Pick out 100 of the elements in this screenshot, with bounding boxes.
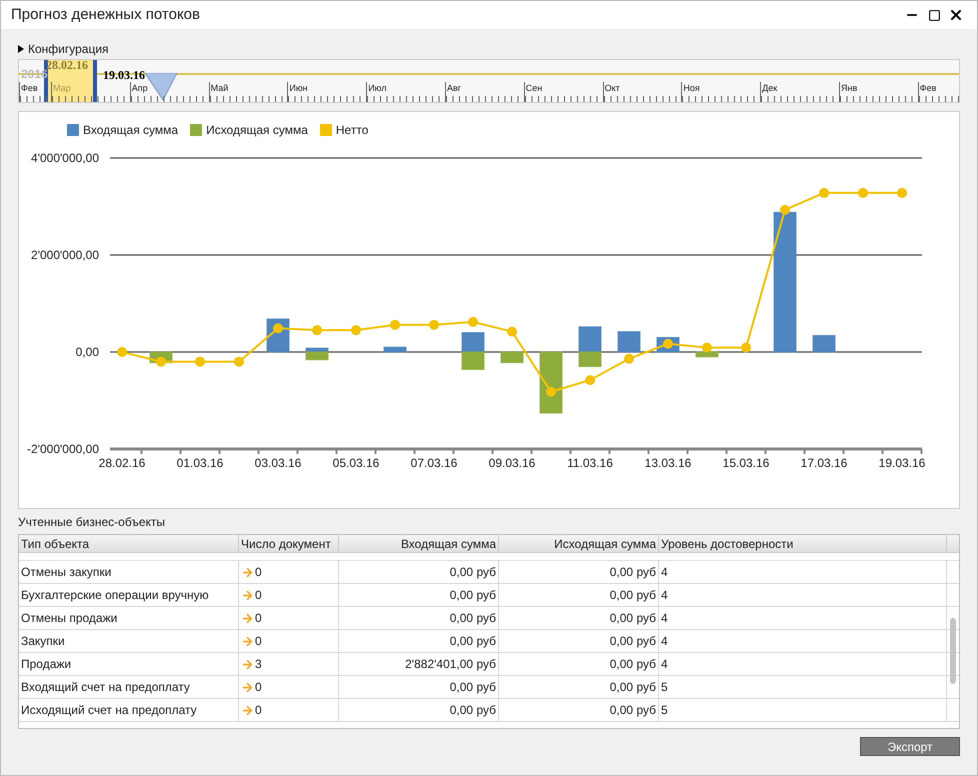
x-tick-label: 19.03.16 — [878, 456, 926, 470]
data-point — [858, 188, 868, 198]
column-header[interactable]: Число документ — [239, 535, 339, 552]
month-label: Июл — [367, 82, 388, 94]
month-label: Фев — [20, 82, 39, 94]
table-cell-text: 0,00 руб — [450, 610, 496, 627]
month-label: Янв — [840, 82, 858, 94]
x-tick-label: 17.03.16 — [800, 456, 848, 470]
data-point — [546, 386, 556, 397]
data-point — [819, 188, 829, 198]
arrow-right-icon[interactable] — [241, 612, 254, 624]
configuration-toggle[interactable]: Конфигурация — [18, 41, 960, 57]
data-point — [468, 316, 478, 327]
month-label: Мар — [52, 82, 72, 94]
table-cell-text: 0,00 руб — [610, 587, 656, 604]
data-point — [195, 356, 205, 367]
data-point — [702, 342, 712, 353]
bar — [462, 332, 484, 352]
month-label: Сен — [524, 82, 544, 94]
window-title: Прогноз денежных потоков — [11, 4, 201, 25]
table-cell-text: Входящий счет на предоплату — [21, 679, 190, 696]
scrollbar-thumb[interactable] — [950, 618, 956, 684]
bar — [696, 352, 718, 358]
table-cell-text: 4 — [661, 656, 668, 673]
section-title: Учтенные бизнес-объекты — [18, 514, 166, 531]
table-cell-text: 5 — [661, 702, 668, 719]
table-cell-text: Закупки — [21, 633, 65, 650]
table-cell-text: 0,00 руб — [450, 702, 496, 719]
data-point — [507, 326, 517, 337]
data-point — [351, 325, 361, 336]
data-point — [312, 325, 322, 336]
arrow-right-icon[interactable] — [241, 658, 254, 670]
legend-label: Входящая сумма — [83, 122, 178, 139]
bar — [384, 346, 406, 352]
legend-label: Исходящая сумма — [206, 122, 308, 139]
x-tick-label: 28.02.16 — [98, 456, 146, 470]
table-cell-text: 3 — [255, 656, 262, 673]
maximize-icon[interactable] — [928, 8, 940, 22]
data-point — [156, 356, 166, 367]
table-cell-text: Продажи — [21, 656, 72, 673]
export-button[interactable]: Экспорт — [860, 737, 960, 756]
x-tick-label: 11.03.16 — [567, 456, 613, 470]
table-cell-text: 4 — [661, 564, 668, 581]
column-header[interactable]: Исходящая сумма — [499, 535, 659, 552]
x-tick-label: 15.03.16 — [722, 456, 770, 470]
table-cell-text: 0 — [255, 702, 262, 719]
bar — [812, 335, 836, 352]
table-cell-text: 0 — [255, 564, 262, 581]
table-cell-text: 0 — [255, 587, 262, 604]
table-cell-text: 0 — [255, 610, 262, 627]
data-point — [273, 323, 283, 334]
table-cell-text: 5 — [661, 679, 668, 696]
y-tick-label: -2'000'000,00 — [27, 442, 99, 456]
arrow-right-icon[interactable] — [241, 634, 254, 648]
table-cell-text: 0,00 руб — [610, 656, 656, 673]
table-cell-text: 0 — [255, 633, 262, 650]
arrow-right-icon[interactable] — [241, 704, 254, 716]
month-label: Июн — [288, 82, 309, 94]
bar — [500, 352, 524, 364]
column-header[interactable]: Тип объекта — [19, 535, 239, 552]
table-cell-text: 4 — [661, 633, 668, 650]
x-tick-label: 05.03.16 — [332, 456, 380, 470]
table-cell-text: 0,00 руб — [450, 587, 496, 604]
table-cell-text: 4 — [661, 610, 668, 627]
x-tick-label: 13.03.16 — [644, 456, 692, 470]
month-label: Май — [210, 82, 230, 94]
legend-label: Нетто — [336, 122, 368, 139]
x-tick-label: 03.03.16 — [254, 456, 302, 470]
table-cell-text: 0,00 руб — [450, 679, 496, 696]
month-label: Ноя — [682, 82, 701, 94]
data-point — [429, 320, 439, 330]
data-point — [585, 375, 595, 386]
month-label: Окт — [604, 82, 621, 94]
data-point — [117, 347, 127, 357]
table-cell-text: 2'882'401,00 руб — [405, 656, 496, 673]
column-header[interactable]: Входящая сумма — [339, 535, 499, 552]
data-point — [663, 338, 673, 349]
data-point — [741, 342, 751, 353]
table-cell-text: 0,00 руб — [610, 610, 656, 627]
x-tick-label: 07.03.16 — [410, 456, 458, 470]
month-label: Дек — [761, 82, 778, 94]
bar — [462, 352, 484, 370]
table-cell-text: Исходящий счет на предоплату — [21, 702, 197, 719]
table-cell-text: 0,00 руб — [610, 564, 656, 581]
table-cell-text: 0,00 руб — [450, 564, 496, 581]
table-cell-text: 0,00 руб — [610, 633, 656, 650]
data-point — [897, 188, 907, 198]
bar — [540, 352, 562, 414]
table-cell-text: 0,00 руб — [450, 633, 496, 650]
data-point — [234, 356, 244, 367]
column-header[interactable]: Уровень достоверности — [659, 535, 947, 552]
y-tick-label: 4'000'000,00 — [31, 151, 99, 165]
data-point — [390, 320, 400, 330]
arrow-right-icon[interactable] — [241, 566, 254, 578]
y-tick-label: 0,00 — [76, 345, 99, 359]
table-cell-text: Отмены закупки — [21, 564, 112, 581]
bar — [618, 331, 640, 352]
arrow-right-icon[interactable] — [241, 680, 254, 694]
arrow-right-icon[interactable] — [241, 588, 254, 602]
table-cell-text: 4 — [661, 587, 668, 604]
